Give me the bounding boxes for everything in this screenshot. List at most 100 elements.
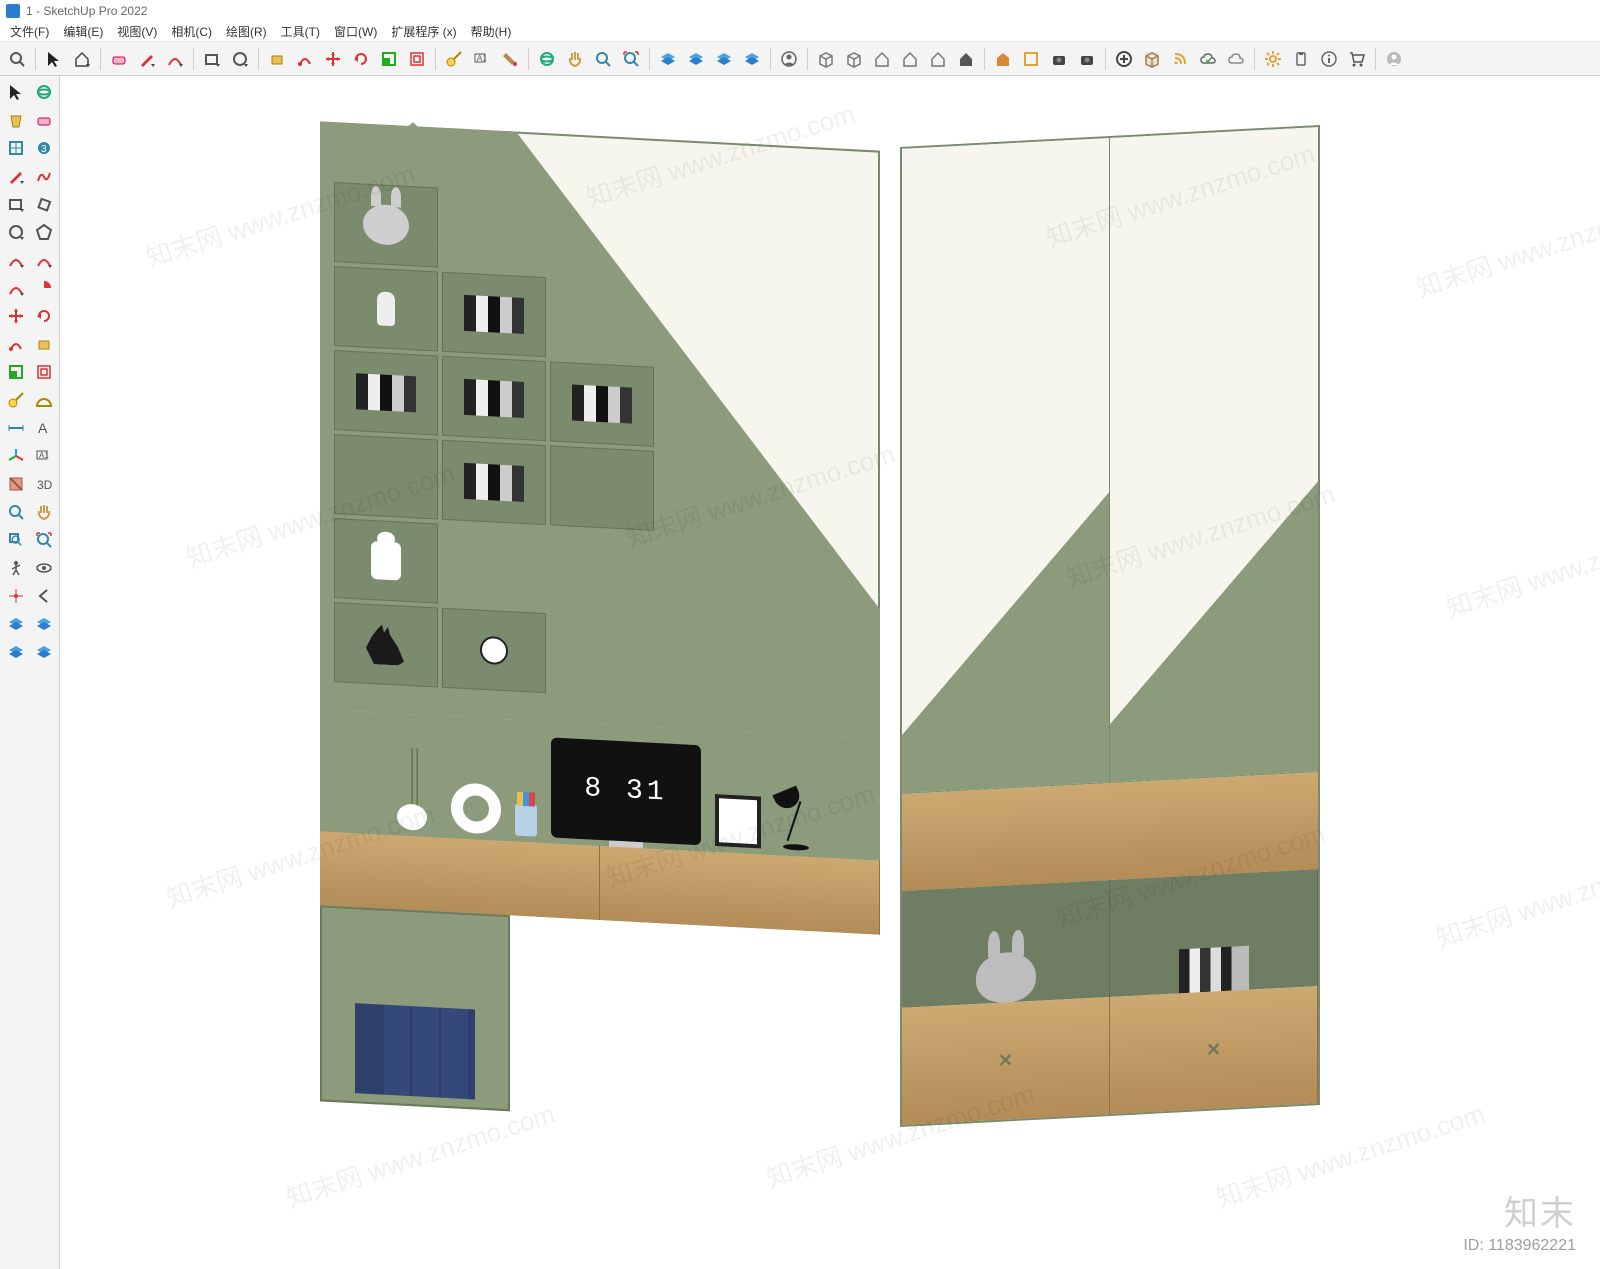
layers-a-icon[interactable] [655, 46, 681, 72]
text-label-icon[interactable] [469, 46, 495, 72]
arc2-icon[interactable] [31, 247, 57, 273]
freehand-icon[interactable] [31, 163, 57, 189]
text-icon[interactable] [31, 415, 57, 441]
house-a-icon[interactable] [869, 46, 895, 72]
cart-icon[interactable] [1344, 46, 1370, 72]
eraser-icon[interactable] [31, 107, 57, 133]
rotate-icon[interactable] [348, 46, 374, 72]
menu-file[interactable]: 文件(F) [6, 21, 53, 42]
house-c-icon[interactable] [925, 46, 951, 72]
section-icon[interactable] [3, 471, 29, 497]
house-b-icon[interactable] [897, 46, 923, 72]
layers-side3-icon[interactable] [3, 639, 29, 665]
layers-d-icon[interactable] [739, 46, 765, 72]
rotate-red-icon[interactable] [31, 303, 57, 329]
offset-icon[interactable] [404, 46, 430, 72]
polygon-icon[interactable] [31, 219, 57, 245]
search-icon[interactable] [4, 46, 30, 72]
followme-icon[interactable] [292, 46, 318, 72]
rect-rot-icon[interactable] [31, 191, 57, 217]
pencil-dropdown-icon[interactable] [134, 46, 160, 72]
menu-view[interactable]: 视图(V) [113, 21, 161, 42]
gear-icon[interactable] [1260, 46, 1286, 72]
rss-icon[interactable] [1167, 46, 1193, 72]
paint-icon[interactable] [497, 46, 523, 72]
plush-bunny-icon [363, 204, 409, 246]
plus-circle-icon[interactable] [1111, 46, 1137, 72]
camera-b-icon[interactable] [1074, 46, 1100, 72]
zoom-window-icon[interactable] [3, 527, 29, 553]
menu-help[interactable]: 帮助(H) [467, 21, 516, 42]
cube-orange-icon[interactable] [1139, 46, 1165, 72]
protractor-icon[interactable] [31, 387, 57, 413]
house-d-icon[interactable] [953, 46, 979, 72]
viewport-3d[interactable]: ✕ ✕ [60, 76, 1600, 1269]
arc3-icon[interactable] [3, 275, 29, 301]
look-icon[interactable] [31, 555, 57, 581]
menu-draw[interactable]: 绘图(R) [222, 21, 271, 42]
pencil-icon[interactable] [3, 163, 29, 189]
dimension-icon[interactable] [3, 415, 29, 441]
orbit-icon[interactable] [534, 46, 560, 72]
three-icon[interactable] [31, 135, 57, 161]
warehouse-icon[interactable] [990, 46, 1016, 72]
circle-icon[interactable] [3, 219, 29, 245]
alarm-clock-icon [480, 636, 508, 665]
axes-icon[interactable] [3, 443, 29, 469]
box-b-icon[interactable] [841, 46, 867, 72]
panel-icon[interactable] [1018, 46, 1044, 72]
arc-dropdown-icon[interactable] [162, 46, 188, 72]
tape-yellow-icon[interactable] [3, 387, 29, 413]
eraser-icon[interactable] [106, 46, 132, 72]
cloud-check-icon[interactable] [1195, 46, 1221, 72]
bucket-icon[interactable] [3, 107, 29, 133]
cloud-icon[interactable] [1223, 46, 1249, 72]
zoom-extent-icon[interactable] [31, 527, 57, 553]
pan-side-icon[interactable] [31, 499, 57, 525]
select-icon[interactable] [3, 79, 29, 105]
3dtext-icon[interactable] [31, 471, 57, 497]
menu-window[interactable]: 窗口(W) [330, 21, 381, 42]
orbit-icon[interactable] [31, 79, 57, 105]
tape-icon[interactable] [441, 46, 467, 72]
pushpull-icon[interactable] [264, 46, 290, 72]
clipboard-icon[interactable] [1288, 46, 1314, 72]
layers-side4-icon[interactable] [31, 639, 57, 665]
pie-icon[interactable] [31, 275, 57, 301]
info-icon[interactable] [1316, 46, 1342, 72]
zoom-extents-icon[interactable] [618, 46, 644, 72]
layers-c-icon[interactable] [711, 46, 737, 72]
scale-icon[interactable] [376, 46, 402, 72]
camera-a-icon[interactable] [1046, 46, 1072, 72]
scale-red-icon[interactable] [3, 359, 29, 385]
offset-red-icon[interactable] [31, 359, 57, 385]
pushpull-red-icon[interactable] [31, 331, 57, 357]
layers-side1-icon[interactable] [3, 611, 29, 637]
layers-side2-icon[interactable] [31, 611, 57, 637]
arc1-icon[interactable] [3, 247, 29, 273]
menu-edit[interactable]: 编辑(E) [59, 21, 107, 42]
profile-icon[interactable] [1381, 46, 1407, 72]
label-icon[interactable] [31, 443, 57, 469]
followme-red-icon[interactable] [3, 331, 29, 357]
box-a-icon[interactable] [813, 46, 839, 72]
prev-icon[interactable] [31, 583, 57, 609]
menu-camera[interactable]: 相机(C) [167, 21, 216, 42]
select-icon[interactable] [41, 46, 67, 72]
menu-tools[interactable]: 工具(T) [277, 21, 324, 42]
component-icon[interactable] [3, 135, 29, 161]
move-red-icon[interactable] [3, 303, 29, 329]
rectangle-dropdown-icon[interactable] [199, 46, 225, 72]
rectangle-icon[interactable] [3, 191, 29, 217]
home-dropdown-icon[interactable] [69, 46, 95, 72]
zoom-side-icon[interactable] [3, 499, 29, 525]
pan-icon[interactable] [562, 46, 588, 72]
circle-dropdown-icon[interactable] [227, 46, 253, 72]
position-icon[interactable] [3, 583, 29, 609]
zoom-icon[interactable] [590, 46, 616, 72]
user-circle-icon[interactable] [776, 46, 802, 72]
layers-b-icon[interactable] [683, 46, 709, 72]
menu-ext[interactable]: 扩展程序 (x) [387, 21, 460, 42]
move-icon[interactable] [320, 46, 346, 72]
walk-icon[interactable] [3, 555, 29, 581]
